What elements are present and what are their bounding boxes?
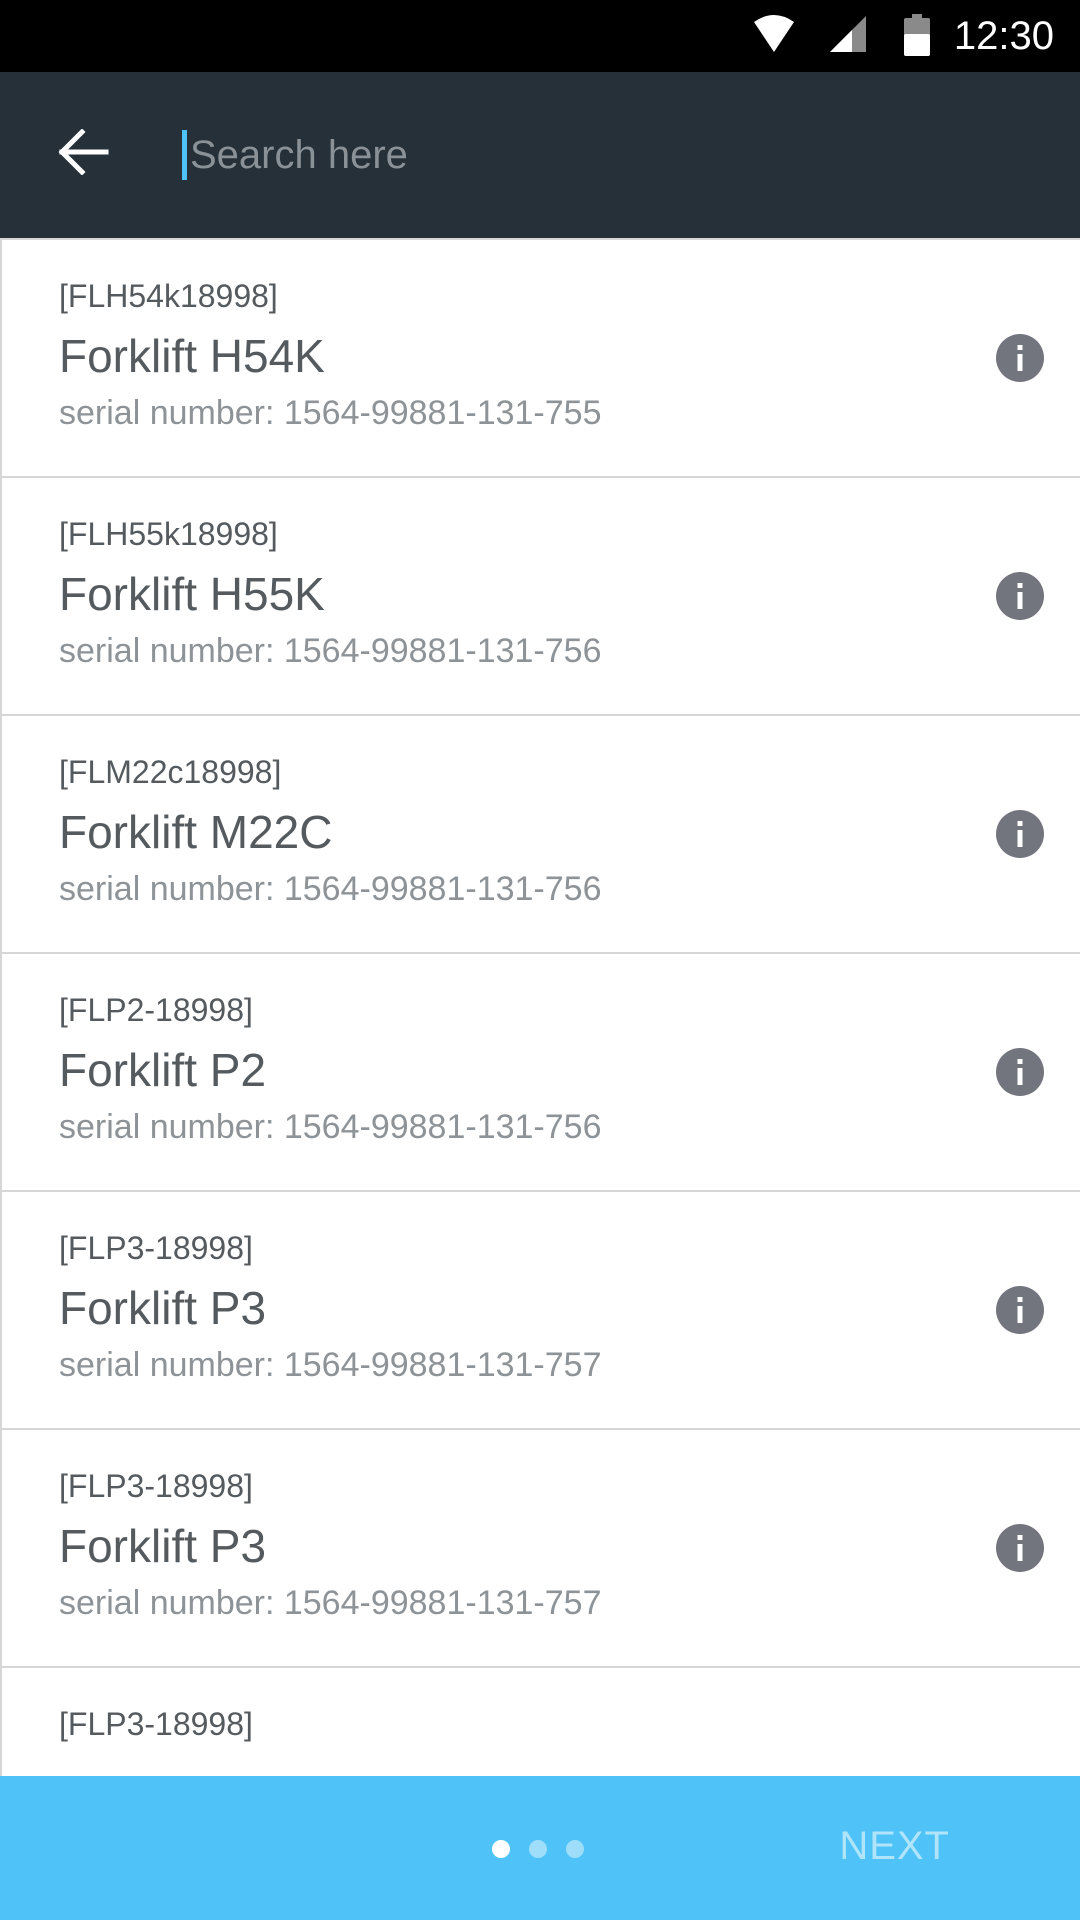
- next-button[interactable]: NEXT: [839, 1822, 950, 1870]
- item-name: Forklift H55K: [59, 568, 325, 620]
- info-icon[interactable]: [996, 1048, 1044, 1096]
- item-serial: serial number: 1564-99881-131-755: [59, 394, 602, 432]
- item-name: Forklift P3: [59, 1282, 267, 1334]
- search-input[interactable]: [190, 122, 1030, 188]
- item-serial: serial number: 1564-99881-131-756: [59, 870, 602, 908]
- item-code: [FLH55k18998]: [59, 516, 278, 552]
- list-item[interactable]: [FLP3-18998] Forklift P3 serial number: …: [0, 1428, 1080, 1666]
- item-serial: serial number: 1564-99881-131-757: [59, 1346, 602, 1384]
- list-item[interactable]: [FLM22c18998] Forklift M22C serial numbe…: [0, 714, 1080, 952]
- list-item[interactable]: [FLH55k18998] Forklift H55K serial numbe…: [0, 476, 1080, 714]
- page-dot: [566, 1840, 584, 1858]
- item-code: [FLH54k18998]: [59, 278, 278, 314]
- battery-icon: [904, 14, 930, 61]
- item-name: Forklift H54K: [59, 330, 325, 382]
- info-icon[interactable]: [996, 334, 1044, 382]
- forklift-list: [FLH54k18998] Forklift H54K serial numbe…: [0, 238, 1080, 1776]
- status-bar: 12:30: [0, 0, 1080, 72]
- item-serial: serial number: 1564-99881-131-757: [59, 1584, 602, 1622]
- list-item[interactable]: [FLP2-18998] Forklift P2 serial number: …: [0, 952, 1080, 1190]
- search-toolbar: [0, 72, 1080, 238]
- back-button[interactable]: [40, 110, 128, 198]
- list-item[interactable]: [FLP3-18998] Forklift P3 serial number: …: [0, 1190, 1080, 1428]
- bottom-navigation-bar: NEXT: [0, 1776, 1080, 1920]
- list-item[interactable]: [FLP3-18998]: [0, 1666, 1080, 1776]
- wifi-icon: [752, 14, 796, 59]
- item-name: Forklift P2: [59, 1044, 267, 1096]
- info-icon[interactable]: [996, 1524, 1044, 1572]
- screen: 12:30 [FLH54k18998] Forklift H54K serial…: [0, 0, 1080, 1920]
- item-serial: serial number: 1564-99881-131-756: [59, 632, 602, 670]
- list-item[interactable]: [FLH54k18998] Forklift H54K serial numbe…: [0, 238, 1080, 476]
- item-name: Forklift P3: [59, 1520, 267, 1572]
- page-indicator: [492, 1840, 584, 1858]
- info-icon[interactable]: [996, 1286, 1044, 1334]
- item-name: Forklift M22C: [59, 806, 333, 858]
- item-code: [FLM22c18998]: [59, 754, 282, 790]
- cell-signal-icon: [828, 14, 868, 59]
- item-code: [FLP2-18998]: [59, 992, 253, 1028]
- item-code: [FLP3-18998]: [59, 1706, 253, 1742]
- status-time: 12:30: [953, 14, 1054, 58]
- page-dot: [529, 1840, 547, 1858]
- info-icon[interactable]: [996, 572, 1044, 620]
- info-icon[interactable]: [996, 810, 1044, 858]
- arrow-back-icon: [58, 127, 110, 180]
- item-code: [FLP3-18998]: [59, 1230, 253, 1266]
- page-dot-active: [492, 1840, 510, 1858]
- item-serial: serial number: 1564-99881-131-756: [59, 1108, 602, 1146]
- item-code: [FLP3-18998]: [59, 1468, 253, 1504]
- text-cursor: [182, 130, 187, 180]
